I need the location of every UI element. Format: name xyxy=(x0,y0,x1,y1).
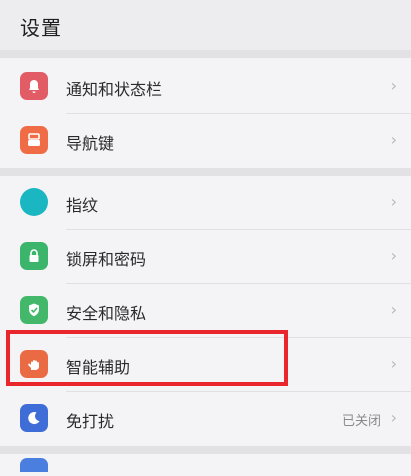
chevron-right-icon: › xyxy=(390,192,397,211)
settings-item-label: 通知和状态栏 xyxy=(66,80,163,99)
dnd-status-value: 已关闭 xyxy=(341,414,381,429)
header: 设置 xyxy=(0,0,411,50)
chevron-right-icon: › xyxy=(390,300,397,319)
chevron-right-icon: › xyxy=(390,408,397,427)
settings-item-label: 导航键 xyxy=(66,134,115,153)
group-divider xyxy=(0,446,411,454)
chevron-right-icon: › xyxy=(390,130,397,149)
moon-icon xyxy=(20,404,48,432)
settings-item-dnd[interactable]: 免打扰 已关闭 › xyxy=(0,392,411,446)
settings-item-fingerprint[interactable]: 指纹 › xyxy=(0,176,411,230)
settings-item-label: 安全和隐私 xyxy=(66,304,147,323)
chevron-right-icon: › xyxy=(390,76,397,95)
navigation-key-icon xyxy=(20,126,48,154)
settings-item-label: 指纹 xyxy=(66,196,99,215)
settings-group-2: 指纹 › 锁屏和密码 › 安全和隐私 › 智能辅助 › 免打扰 已关闭 › xyxy=(0,176,411,476)
group-divider xyxy=(0,50,411,58)
settings-item-navigation[interactable]: 导航键 › xyxy=(0,114,411,168)
settings-group-1: 通知和状态栏 › 导航键 › xyxy=(0,58,411,168)
page-title: 设置 xyxy=(20,16,62,40)
fingerprint-icon xyxy=(20,188,48,216)
bell-icon xyxy=(20,72,48,100)
lock-icon xyxy=(20,242,48,270)
chevron-right-icon: › xyxy=(390,246,397,265)
settings-item-lockscreen[interactable]: 锁屏和密码 › xyxy=(0,230,411,284)
chevron-right-icon: › xyxy=(390,354,397,373)
highlight-box xyxy=(6,330,288,386)
partial-settings-icon xyxy=(20,458,48,472)
group-divider xyxy=(0,168,411,176)
settings-item-notifications[interactable]: 通知和状态栏 › xyxy=(0,60,411,114)
settings-item-label: 免打扰 xyxy=(66,412,115,431)
shield-icon xyxy=(20,296,48,324)
settings-item-label: 锁屏和密码 xyxy=(66,250,147,269)
